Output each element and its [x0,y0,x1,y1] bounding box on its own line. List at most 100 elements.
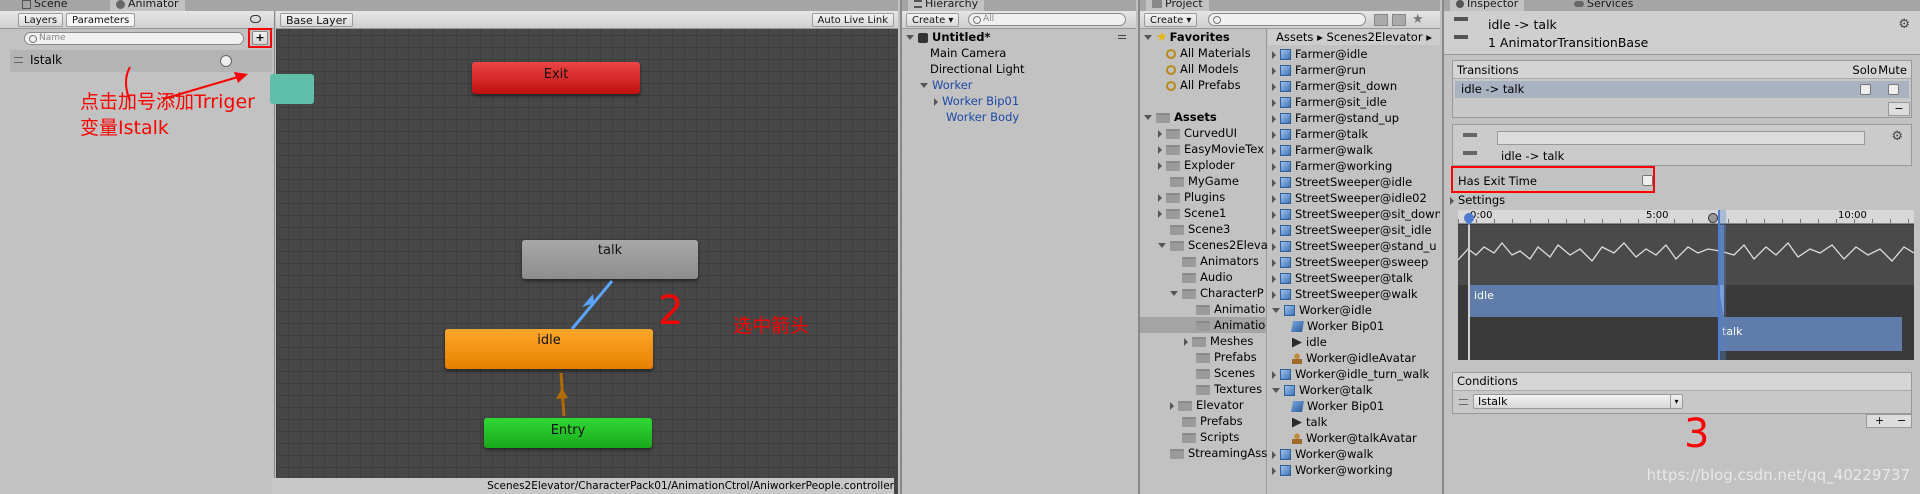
fold-arrow-icon[interactable] [1272,210,1276,219]
file-item[interactable]: Worker@working [1272,462,1393,478]
hierarchy-create-button[interactable]: Create ▾ [906,13,960,27]
fold-arrow-icon[interactable] [920,83,928,88]
folder-item[interactable]: Meshes [1184,333,1253,349]
fold-arrow-icon[interactable] [1272,82,1276,91]
fold-arrow-icon[interactable] [1158,209,1162,218]
folder-item[interactable]: Prefabs [1196,349,1257,365]
fold-arrow-icon[interactable] [1272,290,1276,299]
folder-item[interactable]: Scene3 [1170,221,1230,237]
folder-item[interactable]: StreamingAss [1170,445,1267,461]
fold-arrow-icon[interactable] [1272,370,1276,379]
fold-arrow-icon[interactable] [1272,226,1276,235]
hierarchy-search[interactable]: All [968,13,1126,26]
fold-arrow-icon[interactable] [1144,115,1152,120]
file-item[interactable]: StreetSweeper@sit_idle [1272,222,1432,238]
transition-gear-icon[interactable]: ⚙ [1891,129,1903,144]
solo-checkbox[interactable] [1860,84,1871,95]
condition-parameter-dropdown[interactable]: Istalk ▾ [1473,394,1683,409]
fold-arrow-icon[interactable] [1170,291,1178,296]
folder-item[interactable]: Plugins [1158,189,1225,205]
fold-arrow-icon[interactable] [906,35,914,40]
fold-arrow-icon[interactable] [1272,242,1276,251]
folder-item[interactable]: Exploder [1158,157,1235,173]
folder-item[interactable]: MyGame [1170,173,1239,189]
playhead[interactable] [1468,210,1470,360]
fold-arrow-icon[interactable] [1158,243,1166,248]
hierarchy-item[interactable]: Directional Light [930,61,1025,77]
tab-project[interactable]: Project [1146,0,1209,11]
file-item[interactable]: Farmer@idle [1272,46,1367,62]
file-item[interactable]: Worker@walk [1272,446,1373,462]
fold-arrow-icon[interactable] [1272,130,1276,139]
hierarchy-item[interactable]: Main Camera [930,45,1006,61]
fold-arrow-icon[interactable] [1272,308,1280,313]
fold-arrow-icon[interactable] [1450,196,1454,205]
folder-item[interactable]: Scenes2Eleva [1158,237,1268,253]
file-item[interactable]: Worker@talkAvatar [1292,430,1417,446]
hierarchy-item-worker[interactable]: Worker [920,77,973,93]
fold-arrow-icon[interactable] [1272,194,1276,203]
fold-arrow-icon[interactable] [1272,450,1276,459]
file-item[interactable]: Worker Bip01 [1291,318,1384,334]
filter-label-icon[interactable] [1392,14,1406,26]
fold-arrow-icon[interactable] [1272,178,1276,187]
project-create-button[interactable]: Create ▾ [1144,13,1198,27]
tab-services[interactable]: Services [1568,0,1639,11]
file-item[interactable]: StreetSweeper@idle [1272,174,1412,190]
tab-inspector[interactable]: Inspector [1450,0,1525,11]
condition-row[interactable]: Istalk ▾ [1455,393,1909,411]
fold-arrow-icon[interactable] [1272,66,1276,75]
file-item[interactable]: Farmer@stand_up [1272,110,1399,126]
transition-start-handle[interactable] [1708,213,1718,223]
remove-transition-button[interactable]: − [1888,102,1910,116]
folder-item[interactable]: Scenes [1196,365,1255,381]
file-item[interactable]: StreetSweeper@stand_u [1272,238,1437,254]
clip-talk-bar[interactable]: talk [1718,317,1902,351]
fold-arrow-icon[interactable] [1272,258,1276,267]
fold-arrow-icon[interactable] [1272,146,1276,155]
file-item[interactable]: Farmer@sit_down [1272,78,1397,94]
transition-timeline[interactable]: 0:00 5:00 10:00 idle talk [1458,210,1914,360]
settings-foldout[interactable]: Settings [1450,193,1505,207]
folder-item[interactable]: Scripts [1182,429,1239,445]
drag-handle-icon[interactable] [1459,399,1468,405]
breadcrumb-assets[interactable]: Assets [1276,30,1313,44]
fold-arrow-icon[interactable] [1272,50,1276,59]
fold-arrow-icon[interactable] [1144,35,1152,40]
scene-row[interactable]: Untitled* [906,29,1126,45]
favorite-item[interactable]: All Materials [1166,45,1251,61]
folder-item[interactable]: Animators [1182,253,1259,269]
fold-arrow-icon[interactable] [1272,466,1276,475]
filter-type-icon[interactable] [1374,14,1388,26]
scene-menu-icon[interactable] [1118,35,1126,39]
file-item[interactable]: talk [1292,414,1327,430]
file-item[interactable]: Worker@idleAvatar [1292,350,1416,366]
file-item[interactable]: StreetSweeper@sit_down [1272,206,1440,222]
file-item[interactable]: Farmer@walk [1272,142,1373,158]
folder-item[interactable]: Scene1 [1158,205,1226,221]
folder-item[interactable]: Elevator [1170,397,1244,413]
mute-checkbox[interactable] [1888,84,1899,95]
transition-name-field[interactable] [1497,131,1865,145]
fold-arrow-icon[interactable] [1272,162,1276,171]
file-item[interactable]: idle [1292,334,1327,350]
fold-arrow-icon[interactable] [1158,129,1162,138]
transition-idle-talk[interactable] [570,280,614,330]
folder-item[interactable]: Audio [1182,269,1233,285]
file-item[interactable]: Worker Bip01 [1291,398,1384,414]
clip-idle-bar[interactable]: idle [1468,285,1724,317]
folder-item[interactable]: CharacterP [1170,285,1264,301]
fold-arrow-icon[interactable] [1170,401,1174,410]
breadcrumb-scenes2elevator[interactable]: Scenes2Elevator [1327,30,1423,44]
folder-item[interactable]: CurvedUI [1158,125,1237,141]
transition-row[interactable]: idle -> talk [1455,81,1909,98]
favorites-header[interactable]: ★ Favorites [1144,29,1230,45]
fold-arrow-icon[interactable] [934,97,938,106]
favorite-item[interactable]: All Models [1166,61,1238,77]
file-item[interactable]: Worker@talk [1272,382,1372,398]
file-item[interactable]: Farmer@working [1272,158,1392,174]
folder-item[interactable]: EasyMovieTex [1158,141,1264,157]
file-item[interactable]: StreetSweeper@talk [1272,270,1413,286]
hierarchy-item[interactable]: Worker Bip01 [934,93,1019,109]
file-item[interactable]: Farmer@run [1272,62,1366,78]
